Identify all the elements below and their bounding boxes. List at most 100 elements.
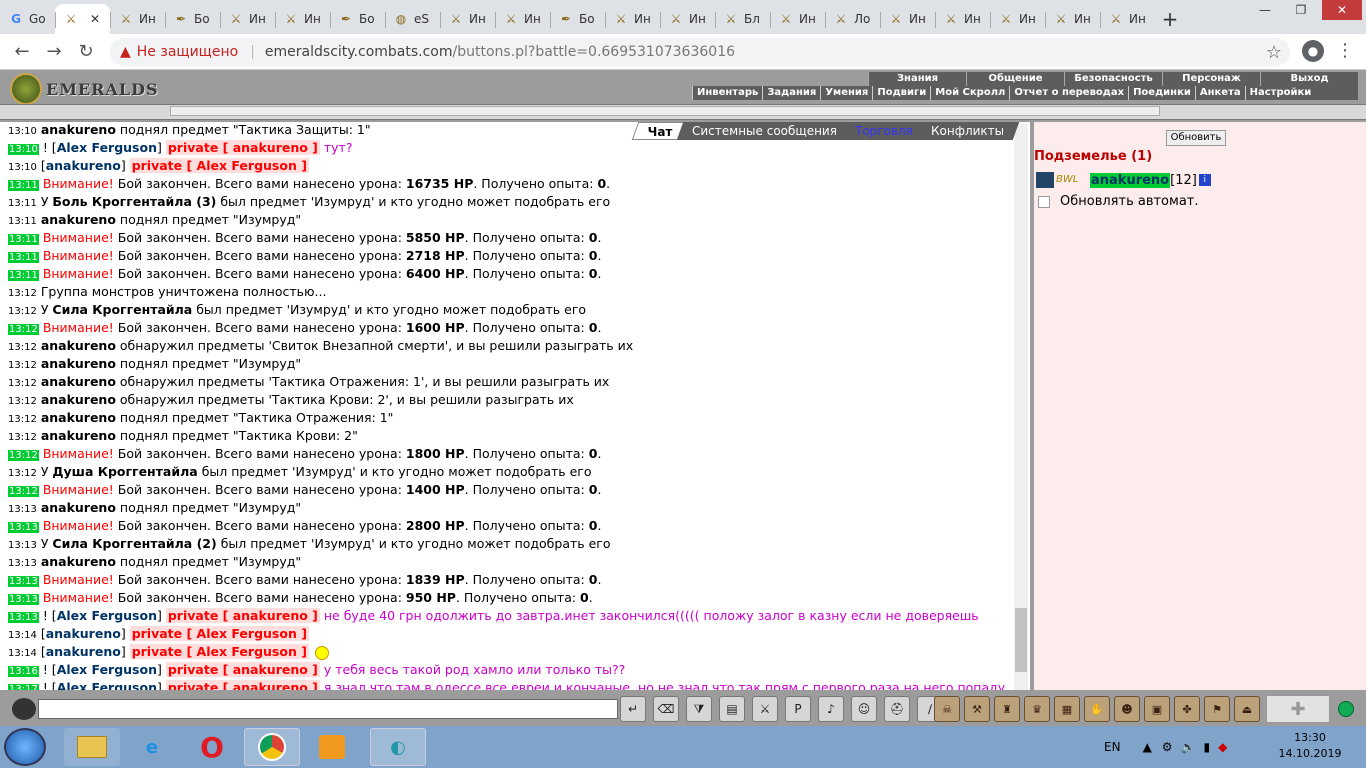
axe-icon[interactable]: ⚒	[964, 696, 990, 722]
menu-item-bottom[interactable]: Поединки	[1128, 86, 1195, 100]
player-link[interactable]: Alex Ferguson	[57, 608, 157, 623]
browser-tab[interactable]: ⚔ Ин	[110, 4, 165, 34]
private-tag[interactable]: private [ anakureno ]	[165, 140, 320, 155]
browser-tab[interactable]: ⚔ ✕	[55, 4, 110, 34]
bag-icon[interactable]: ♜	[994, 696, 1020, 722]
scroll-icon[interactable]: ▤	[719, 696, 745, 722]
player-name[interactable]: anakureno	[1090, 172, 1171, 188]
browser-tab[interactable]: ⚔ Ин	[220, 4, 275, 34]
hand-icon[interactable]: ✋	[1084, 696, 1110, 722]
enter-icon[interactable]: ↵	[620, 696, 646, 722]
language-indicator[interactable]: EN	[1104, 740, 1121, 754]
menu-item-bottom[interactable]: Подвиги	[872, 86, 930, 100]
browser-tab[interactable]: ⚔ Ин	[275, 4, 330, 34]
skull-icon[interactable]: ☠	[934, 696, 960, 722]
player-link[interactable]: anakureno	[46, 626, 121, 641]
menu-item-top[interactable]: Общение	[966, 72, 1064, 86]
menu-item-top[interactable]: Персонаж	[1162, 72, 1260, 86]
browser-tab[interactable]: ✒ Бо	[330, 4, 385, 34]
opera-icon[interactable]: O	[184, 728, 240, 766]
online-status-icon[interactable]	[1338, 701, 1354, 717]
chat-scrollbar[interactable]	[1014, 124, 1028, 690]
private-tag[interactable]: private [ Alex Ferguson ]	[129, 158, 309, 173]
private-tag[interactable]: private [ anakureno ]	[165, 608, 320, 623]
private-tag[interactable]: private [ Alex Ferguson ]	[129, 644, 309, 659]
browser-tab[interactable]: G Go	[0, 4, 55, 34]
ie-icon[interactable]: e	[124, 728, 180, 766]
browser-tab[interactable]: ⚔ Ин	[495, 4, 550, 34]
browser-tab[interactable]: ⚔ Бл	[715, 4, 770, 34]
player-link[interactable]: Alex Ferguson	[57, 140, 157, 155]
mask-icon[interactable]: ☻	[1114, 696, 1140, 722]
private-tag[interactable]: private [ Alex Ferguson ]	[129, 626, 309, 641]
browser-tab[interactable]: ✒ Бо	[165, 4, 220, 34]
puzzle-icon[interactable]: ✚	[1266, 695, 1330, 723]
bookmark-star-icon[interactable]: ☆	[1266, 42, 1282, 63]
forward-arrow-icon[interactable]: →	[38, 36, 70, 68]
auto-refresh-row[interactable]: Обновлять автомат.	[1038, 194, 1199, 209]
browser-tab[interactable]: ⚔ Ло	[825, 4, 880, 34]
paw-icon[interactable]: ✤	[1174, 696, 1200, 722]
browser-tab[interactable]: ⚔ Ин	[1045, 4, 1100, 34]
menu-item-top[interactable]: Безопасность	[1064, 72, 1162, 86]
menu-kebab-icon[interactable]: ⋮	[1336, 40, 1354, 61]
helmet-icon[interactable]: ⛑	[884, 696, 910, 722]
private-tag[interactable]: private [ anakureno ]	[165, 662, 320, 677]
player-link[interactable]: anakureno	[46, 644, 121, 659]
eraser-icon[interactable]: ⌫	[653, 696, 679, 722]
browser-tab[interactable]: ⚔ Ин	[880, 4, 935, 34]
new-tab-icon[interactable]: +	[1155, 4, 1185, 34]
menu-item-bottom[interactable]: Инвентарь	[692, 86, 762, 100]
info-icon[interactable]: i	[1198, 174, 1211, 186]
tray-arrow-icon[interactable]: ▲	[1143, 740, 1152, 754]
network-tray-icon[interactable]: ⚙	[1162, 740, 1173, 754]
menu-item-bottom[interactable]: Мой Скролл	[930, 86, 1009, 100]
browser-tab[interactable]: ⚔ Ин	[660, 4, 715, 34]
menu-item-bottom[interactable]: Настройки	[1244, 86, 1316, 100]
game-client-icon[interactable]: ◐	[370, 728, 426, 766]
flag-icon[interactable]: ⚑	[1204, 696, 1230, 722]
menu-item-bottom[interactable]: Задания	[762, 86, 820, 100]
browser-tab[interactable]: ⚔ Ин	[770, 4, 825, 34]
antivirus-icon[interactable]: ◆	[1218, 740, 1227, 754]
omnibox[interactable]: ▲ Не защищено | emeraldscity.combats.com…	[110, 38, 1290, 66]
media-player-icon[interactable]	[304, 728, 360, 766]
browser-tab[interactable]: ⚔ Ин	[440, 4, 495, 34]
smile-icon[interactable]: ☺	[851, 696, 877, 722]
menu-item-bottom[interactable]: Отчет о переводах	[1009, 86, 1128, 100]
menu-item-bottom[interactable]: Умения	[820, 86, 872, 100]
sword-icon[interactable]: ⚔	[752, 696, 778, 722]
reload-icon[interactable]: ↻	[70, 36, 102, 68]
account-icon[interactable]: ●	[1302, 40, 1324, 62]
chat-tab[interactable]: Системные сообщения	[676, 122, 853, 140]
chrome-icon[interactable]	[244, 728, 300, 766]
chat-tab[interactable]: Конфликты	[915, 122, 1020, 140]
player-link[interactable]: Alex Ferguson	[57, 662, 157, 677]
player-link[interactable]: anakureno	[46, 158, 121, 173]
menu-item-top[interactable]: Выход	[1260, 72, 1358, 86]
tab-close-icon[interactable]: ✕	[90, 12, 100, 26]
player-entry[interactable]: BWL anakureno [12] i	[1036, 172, 1211, 188]
explorer-icon[interactable]	[64, 728, 120, 766]
volume-icon[interactable]: 🔈	[1181, 740, 1196, 754]
minimize-icon[interactable]: —	[1250, 0, 1280, 20]
maximize-icon[interactable]: ❐	[1286, 0, 1316, 20]
auto-refresh-checkbox[interactable]	[1038, 195, 1050, 208]
browser-tab[interactable]: ✒ Бо	[550, 4, 605, 34]
browser-tab[interactable]: ⚔ Ин	[605, 4, 660, 34]
crown-icon[interactable]: ♛	[1024, 696, 1050, 722]
exit-icon[interactable]: ⏏	[1234, 696, 1260, 722]
sound-icon[interactable]: ♪	[818, 696, 844, 722]
book-icon[interactable]: ▦	[1054, 696, 1080, 722]
signal-icon[interactable]: ▮	[1204, 740, 1211, 754]
private-tag[interactable]: private [ anakureno ]	[165, 680, 320, 690]
browser-tab[interactable]: ⚔ Ин	[990, 4, 1045, 34]
start-button[interactable]	[4, 728, 46, 766]
filter-icon[interactable]: ⧩	[686, 696, 712, 722]
chat-scroll-thumb[interactable]	[1015, 608, 1027, 672]
chat-avatar-icon[interactable]	[12, 698, 36, 720]
chat-tab[interactable]: Торговля	[839, 122, 929, 140]
chest-icon[interactable]: ▣	[1144, 696, 1170, 722]
browser-tab[interactable]: ◍ eS	[385, 4, 440, 34]
back-arrow-icon[interactable]: ←	[6, 36, 38, 68]
